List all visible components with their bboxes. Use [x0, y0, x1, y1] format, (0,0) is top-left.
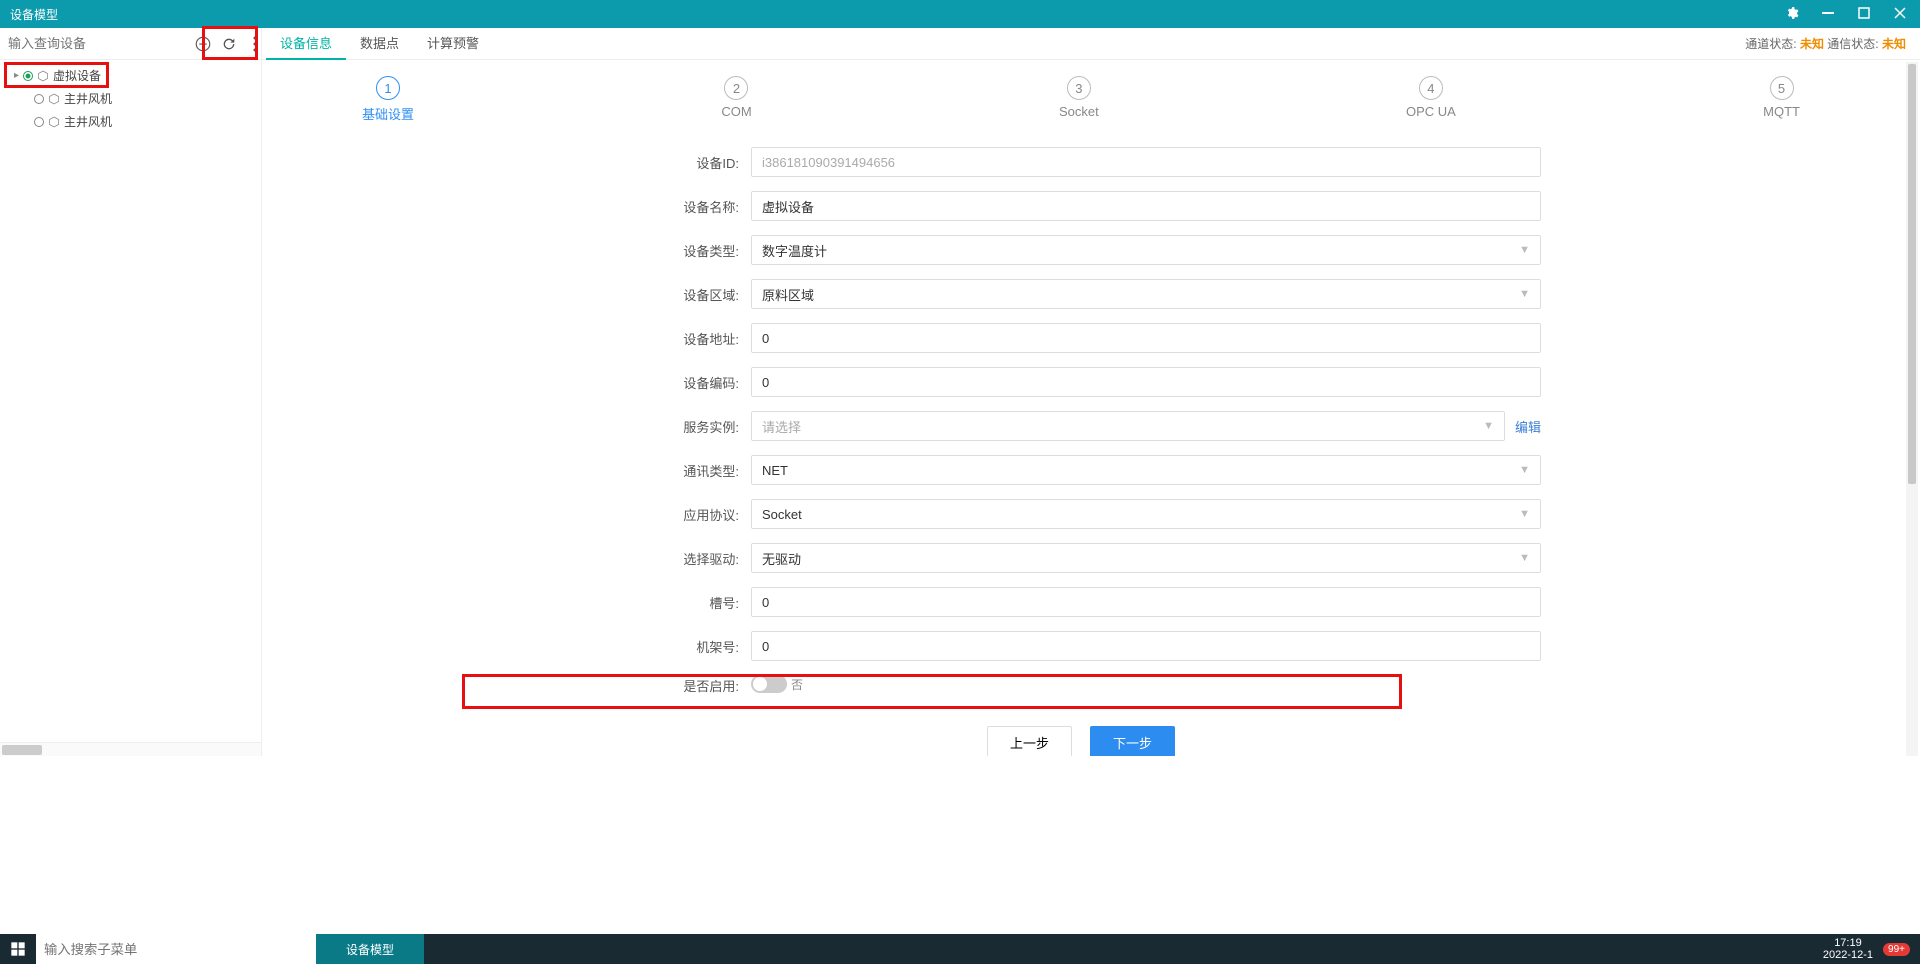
device-tree: ▸ 虚拟设备 主井风机 主井风机	[0, 60, 261, 742]
add-icon[interactable]	[192, 33, 214, 55]
device-icon	[37, 70, 49, 82]
chevron-down-icon: ▼	[1483, 420, 1494, 432]
service-instance-select[interactable]: 请选择▼	[751, 411, 1505, 441]
status-icon	[23, 71, 33, 81]
prev-button[interactable]: 上一步	[987, 726, 1072, 756]
tab-calc-alarm[interactable]: 计算预警	[413, 28, 493, 60]
tab-device-info[interactable]: 设备信息	[266, 28, 346, 60]
device-id-field: i386181090391494656	[751, 147, 1541, 177]
label-app-protocol: 应用协议:	[621, 505, 751, 524]
comm-type-select[interactable]: NET▼	[751, 455, 1541, 485]
label-rack: 机架号:	[621, 637, 751, 656]
label-enable: 是否启用:	[621, 676, 751, 695]
device-type-select[interactable]: 数字温度计▼	[751, 235, 1541, 265]
expand-icon: ▸	[14, 70, 19, 81]
sidebar-scrollbar-x[interactable]	[0, 742, 261, 756]
chevron-down-icon: ▼	[1519, 288, 1530, 300]
status-icon	[34, 94, 44, 104]
sidebar: ▸ 虚拟设备 主井风机 主井风机	[0, 28, 262, 756]
label-device-name: 设备名称:	[621, 197, 751, 216]
window-title: 设备模型	[10, 6, 1782, 23]
chevron-down-icon: ▼	[1519, 464, 1530, 476]
content: 设备信息 数据点 计算预警 通道状态: 未知 通信状态: 未知 1基础设置 2C…	[262, 28, 1920, 756]
enable-toggle[interactable]	[751, 675, 787, 693]
step-com[interactable]: 2COM	[721, 76, 751, 123]
titlebar: 设备模型	[0, 0, 1920, 28]
device-icon	[48, 93, 60, 105]
edit-link[interactable]: 编辑	[1515, 417, 1541, 436]
step-socket[interactable]: 3Socket	[1059, 76, 1099, 123]
step-basic[interactable]: 1基础设置	[362, 76, 414, 123]
clock[interactable]: 17:19 2022-12-1	[1823, 937, 1873, 961]
device-code-field[interactable]: 0	[751, 367, 1541, 397]
steps: 1基础设置 2COM 3Socket 4OPC UA 5MQTT	[262, 60, 1900, 137]
tree-node-fan2[interactable]: 主井风机	[0, 110, 261, 133]
taskbar-search-input[interactable]	[36, 934, 316, 964]
label-device-type: 设备类型:	[621, 241, 751, 260]
chevron-down-icon: ▼	[1519, 552, 1530, 564]
tree-label: 主井风机	[64, 90, 112, 107]
step-opcua[interactable]: 4OPC UA	[1406, 76, 1456, 123]
tree-node-virtual-device[interactable]: ▸ 虚拟设备	[0, 64, 261, 87]
notification-badge[interactable]: 99+	[1883, 943, 1910, 956]
tabs: 设备信息 数据点 计算预警	[266, 28, 493, 60]
label-slot: 槽号:	[621, 593, 751, 612]
tree-label: 虚拟设备	[53, 67, 101, 84]
slot-field[interactable]: 0	[751, 587, 1541, 617]
tab-data-points[interactable]: 数据点	[346, 28, 413, 60]
device-name-field[interactable]: 虚拟设备	[751, 191, 1541, 221]
label-device-area: 设备区域:	[621, 285, 751, 304]
status-icon	[34, 117, 44, 127]
enable-value: 否	[791, 676, 803, 693]
next-button[interactable]: 下一步	[1090, 726, 1175, 756]
label-driver: 选择驱动:	[621, 549, 751, 568]
label-device-addr: 设备地址:	[621, 329, 751, 348]
chevron-down-icon: ▼	[1519, 508, 1530, 520]
start-button[interactable]	[0, 934, 36, 964]
label-service-instance: 服务实例:	[621, 417, 751, 436]
driver-select[interactable]: 无驱动▼	[751, 543, 1541, 573]
settings-icon[interactable]	[1782, 6, 1802, 23]
taskbar: 设备模型 17:19 2022-12-1 99+	[0, 934, 1920, 964]
taskbar-app[interactable]: 设备模型	[316, 934, 424, 964]
label-device-id: 设备ID:	[621, 153, 751, 172]
chevron-down-icon: ▼	[1519, 244, 1530, 256]
status-bar: 通道状态: 未知 通信状态: 未知	[1745, 35, 1916, 52]
form-container: 1基础设置 2COM 3Socket 4OPC UA 5MQTT 设备ID:i3…	[262, 60, 1920, 756]
search-input[interactable]	[0, 30, 192, 57]
label-device-code: 设备编码:	[621, 373, 751, 392]
refresh-icon[interactable]	[218, 33, 240, 55]
minimize-icon[interactable]	[1818, 7, 1838, 22]
device-addr-field[interactable]: 0	[751, 323, 1541, 353]
device-icon	[48, 116, 60, 128]
device-area-select[interactable]: 原料区域▼	[751, 279, 1541, 309]
rack-field[interactable]: 0	[751, 631, 1541, 661]
app-protocol-select[interactable]: Socket▼	[751, 499, 1541, 529]
label-comm-type: 通讯类型:	[621, 461, 751, 480]
tree-node-fan1[interactable]: 主井风机	[0, 87, 261, 110]
close-icon[interactable]	[1890, 7, 1910, 22]
maximize-icon[interactable]	[1854, 7, 1874, 22]
step-mqtt[interactable]: 5MQTT	[1763, 76, 1800, 123]
tree-label: 主井风机	[64, 113, 112, 130]
